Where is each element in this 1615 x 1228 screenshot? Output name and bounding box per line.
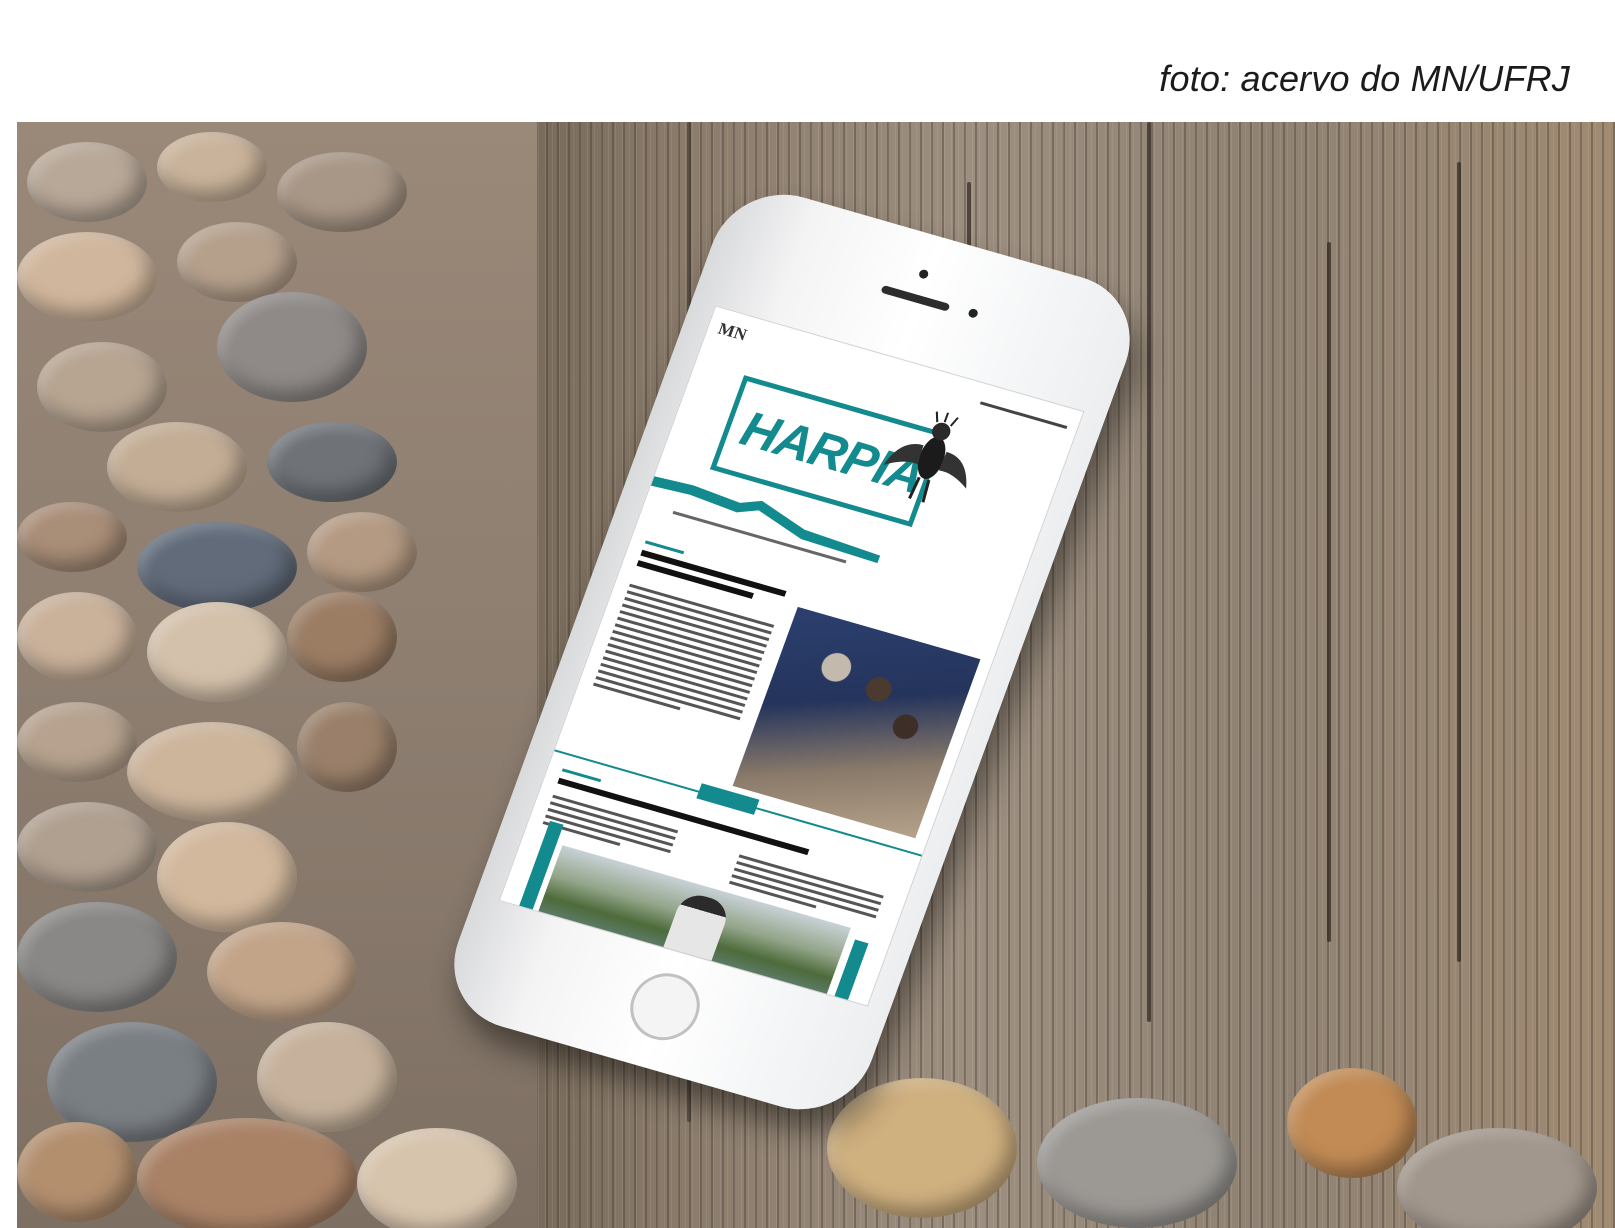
museum-logo: MN: [715, 318, 750, 345]
photo-credit-caption: foto: acervo do MN/UFRJ: [1159, 58, 1570, 99]
earpiece-speaker: [880, 284, 951, 312]
home-button[interactable]: [620, 965, 710, 1049]
person-figure: [656, 890, 733, 980]
pebbles-background: [17, 122, 537, 1228]
front-camera-icon: [917, 268, 930, 280]
article-photo: [732, 606, 981, 839]
photograph: MN HARPIA: [17, 122, 1615, 1228]
edition-info: [979, 401, 1068, 429]
sensor-dot: [967, 307, 979, 319]
article-body: [592, 583, 775, 731]
